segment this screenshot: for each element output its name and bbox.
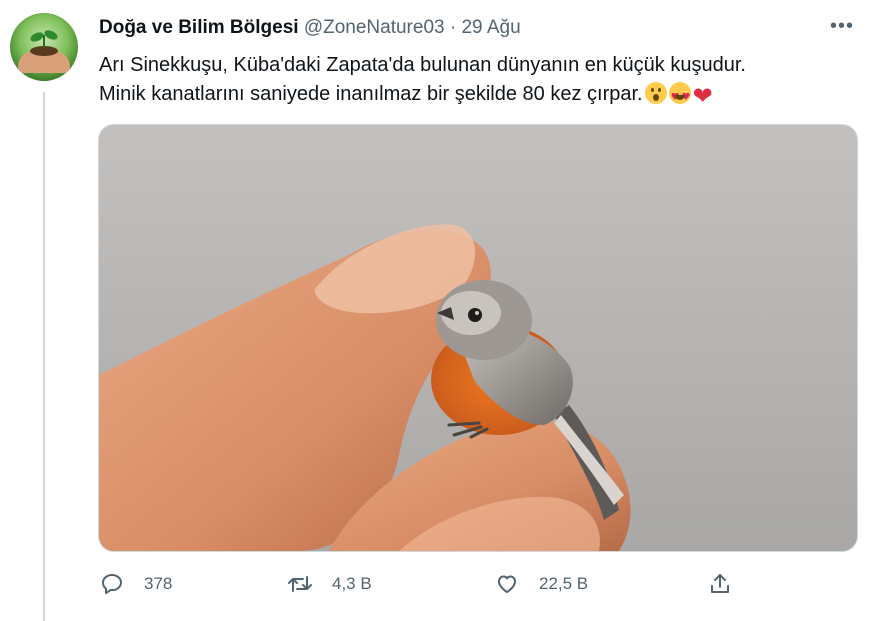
reply-count: 378 bbox=[144, 574, 173, 593]
retweet-count: 4,3 B bbox=[332, 574, 372, 593]
tweet-header: Doğa ve Bilim Bölgesi @ZoneNature03 · 29… bbox=[99, 17, 521, 39]
red-heart-icon: ❤ bbox=[692, 82, 713, 110]
reply-button[interactable]: 378 bbox=[99, 566, 172, 602]
like-count: 22,5 B bbox=[539, 574, 589, 593]
separator-dot: · bbox=[449, 17, 457, 38]
like-icon bbox=[494, 571, 520, 597]
author-name[interactable]: Doğa ve Bilim Bölgesi bbox=[99, 17, 299, 38]
tweet-date[interactable]: 29 Ağu bbox=[461, 17, 520, 38]
tweet-actions: 378 4,3 B 22,5 B bbox=[99, 566, 739, 606]
tweet-photo[interactable] bbox=[98, 124, 858, 552]
more-options-icon[interactable]: ••• bbox=[830, 15, 854, 38]
thread-line bbox=[43, 92, 45, 621]
heart-eyes-face-icon bbox=[668, 82, 693, 112]
share-icon bbox=[707, 571, 733, 597]
reply-icon bbox=[99, 571, 125, 597]
astonished-face-icon bbox=[644, 82, 667, 104]
tweet-text-line: Arı Sinekkuşu, Küba'daki Zapata'da bulun… bbox=[99, 54, 746, 76]
tweet-text-line-2: Minik kanatlarını saniyede inanılmaz bir… bbox=[99, 80, 839, 112]
author-avatar[interactable] bbox=[10, 13, 78, 81]
tweet-text: Arı Sinekkuşu, Küba'daki Zapata'da bulun… bbox=[99, 51, 839, 112]
like-button[interactable]: 22,5 B bbox=[494, 566, 588, 602]
author-handle[interactable]: @ZoneNature03 bbox=[304, 17, 445, 38]
retweet-icon bbox=[287, 571, 313, 597]
retweet-button[interactable]: 4,3 B bbox=[287, 566, 372, 602]
share-button[interactable] bbox=[707, 566, 733, 602]
